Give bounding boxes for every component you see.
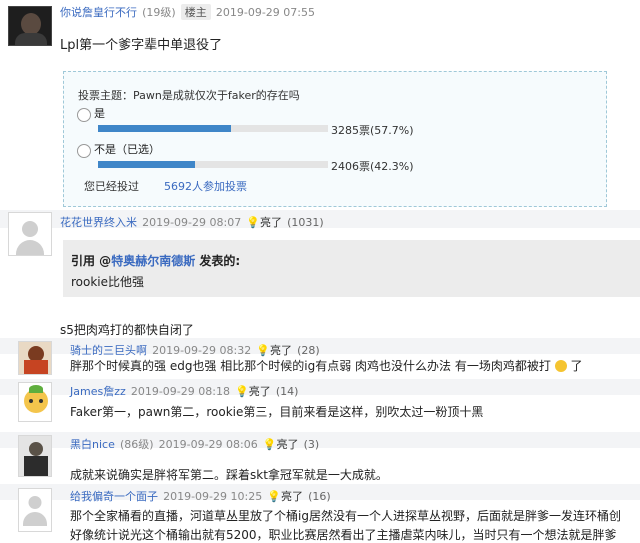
reply-time: 2019-09-29 08:32 (152, 344, 252, 357)
like-button[interactable]: 💡亮了 (267, 490, 303, 503)
poll-option-radio[interactable] (77, 144, 91, 158)
avatar[interactable] (18, 382, 52, 422)
user-level: (86级) (119, 438, 154, 451)
poll-option-label: 不是（已选） (94, 143, 160, 156)
quote-text: rookie比他强 (71, 275, 145, 289)
quote-suffix: 发表的: (195, 254, 241, 268)
lightbulb-icon: 💡 (262, 438, 277, 451)
reply-text: s5把肉鸡打的都快自闭了 (60, 323, 194, 337)
avatar[interactable] (8, 212, 52, 256)
like-label: 亮了 (276, 438, 299, 451)
like-count: (16) (308, 490, 331, 503)
poll-votes: 2406票(42.3%) (331, 160, 414, 173)
laughing-emoji-icon (554, 360, 567, 372)
poll-bar (98, 161, 328, 168)
avatar[interactable] (18, 488, 52, 532)
quote-prefix: 引用 @ (71, 254, 112, 268)
reply-time: 2019-09-29 10:25 (163, 490, 263, 503)
username[interactable]: 花花世界终入米 (60, 216, 137, 229)
poll-bar (98, 125, 328, 132)
like-count: (3) (303, 438, 320, 451)
user-level: (19级) (142, 6, 176, 19)
poll-bar-fill (98, 125, 231, 132)
like-count: (1031) (287, 216, 324, 229)
username[interactable]: James詹zz (70, 385, 126, 398)
like-count: (14) (275, 385, 299, 398)
reply-time: 2019-09-29 08:07 (142, 216, 242, 229)
like-label: 亮了 (248, 385, 271, 398)
lightbulb-icon: 💡 (267, 490, 282, 503)
reply-text: 那个全家桶看的直播，河道草丛里放了个桶ig居然没有一个人进探草丛视野，后面就是胖… (70, 509, 621, 523)
like-label: 亮了 (270, 344, 293, 357)
reply-time: 2019-09-29 08:06 (158, 438, 258, 451)
like-button[interactable]: 💡亮了 (263, 438, 299, 451)
avatar[interactable] (18, 435, 52, 477)
floor-tag: 楼主 (180, 4, 211, 20)
reply-text: 胖那个时候真的强 edg也强 相比那个时候的ig有点弱 肉鸡也没什么办法 有一场… (70, 359, 551, 373)
quote-block: 引用 @特奥赫尔南德斯 发表的: rookie比他强 (63, 240, 640, 297)
username[interactable]: 黑白nice (70, 438, 115, 451)
poll-bar-fill (98, 161, 196, 168)
like-button[interactable]: 💡亮了 (235, 385, 271, 398)
username[interactable]: 骑士的三巨头啊 (70, 344, 147, 357)
lightbulb-icon: 💡 (246, 216, 261, 229)
poll-topic: 投票主题：Pawn是成就仅次于faker的存在吗 (78, 89, 300, 102)
quote-user-link[interactable]: 特奥赫尔南德斯 (111, 254, 195, 268)
poll-option-label: 是 (94, 107, 105, 120)
lightbulb-icon: 💡 (235, 385, 249, 398)
avatar[interactable] (18, 341, 52, 375)
post-title: Lpl第一个爹字辈中单退役了 (60, 38, 223, 53)
username[interactable]: 给我偏奇一个面子 (70, 490, 158, 503)
reply-text: 好像统计说光这个桶输出就有5200，职业比赛居然看出了主播虐菜内味儿，当时只有一… (70, 528, 617, 542)
poll-votes: 3285票(57.7%) (331, 124, 414, 137)
like-label: 亮了 (260, 216, 283, 229)
like-label: 亮了 (281, 490, 304, 503)
like-button[interactable]: 💡亮了 (246, 216, 282, 229)
reply-text-tail: 了 (570, 359, 583, 373)
like-count: (28) (297, 344, 320, 357)
poll-option-radio[interactable] (77, 108, 91, 122)
poll-participants-link[interactable]: 5692人参加投票 (164, 178, 247, 194)
reply-text: Faker第一，pawn第二，rookie第三，目前来看是这样，别吹太过一粉顶十… (70, 405, 484, 419)
username[interactable]: 你说詹皇行不行 (60, 6, 137, 19)
reply-text: 成就来说确实是胖将军第二。踩着skt拿冠军就是一大成就。 (70, 468, 388, 482)
poll-box: 投票主题：Pawn是成就仅次于faker的存在吗 是 3285票(57.7%) … (63, 71, 607, 207)
poll-voted-status: 您已经投过 (84, 180, 139, 193)
post-time: 2019-09-29 07:55 (215, 6, 315, 19)
like-button[interactable]: 💡亮了 (256, 344, 292, 357)
reply-time: 2019-09-29 08:18 (130, 385, 230, 398)
avatar[interactable] (8, 6, 52, 46)
lightbulb-icon: 💡 (256, 344, 271, 357)
